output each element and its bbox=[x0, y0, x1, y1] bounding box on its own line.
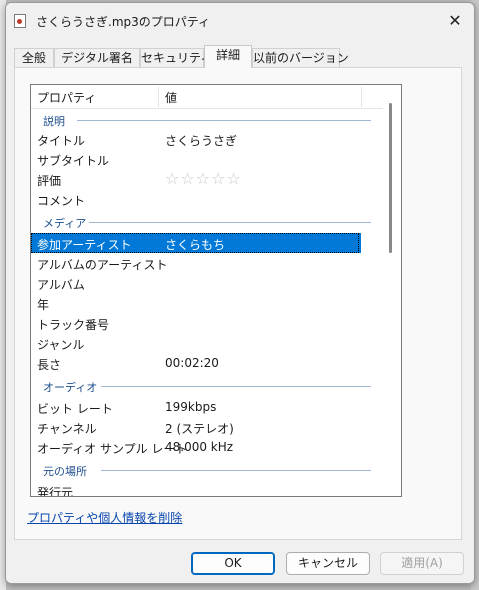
property-value: 199kbps bbox=[165, 400, 217, 414]
tab-details[interactable]: 詳細 bbox=[204, 45, 252, 68]
property-key: チャンネル bbox=[37, 422, 97, 436]
property-key: タイトル bbox=[37, 134, 86, 148]
scrollbar-thumb[interactable] bbox=[389, 103, 392, 253]
property-row-rating[interactable]: 評価 ☆☆☆☆☆ bbox=[31, 169, 383, 189]
property-key: アルバムのアーティスト bbox=[37, 258, 168, 272]
column-divider[interactable] bbox=[158, 87, 159, 107]
audio-file-icon bbox=[14, 14, 26, 28]
property-key: ジャンル bbox=[37, 338, 85, 352]
property-row-title[interactable]: タイトル さくらうさぎ bbox=[31, 129, 383, 149]
remove-properties-link[interactable]: プロパティや個人情報を削除 bbox=[27, 509, 182, 526]
cancel-button[interactable]: キャンセル bbox=[286, 552, 370, 575]
property-row-subtitle[interactable]: サブタイトル bbox=[31, 149, 383, 169]
tab-security[interactable]: セキュリティ bbox=[140, 48, 212, 67]
star-icon[interactable]: ☆ bbox=[211, 169, 226, 188]
star-icon[interactable]: ☆ bbox=[196, 169, 211, 188]
column-header: プロパティ 値 bbox=[31, 85, 383, 109]
property-key: 長さ bbox=[37, 358, 62, 372]
property-row-album[interactable]: アルバム bbox=[31, 273, 383, 293]
property-row-length[interactable]: 長さ 00:02:20 bbox=[31, 353, 383, 373]
star-icon[interactable]: ☆ bbox=[226, 169, 241, 188]
column-header-value[interactable]: 値 bbox=[165, 89, 177, 106]
property-row-sample-rate[interactable]: オーディオ サンプル レート 48.000 kHz bbox=[31, 437, 383, 457]
property-row-genre[interactable]: ジャンル bbox=[31, 333, 383, 353]
property-row-track-number[interactable]: トラック番号 bbox=[31, 313, 383, 333]
property-key: サブタイトル bbox=[37, 154, 110, 168]
property-key: ビット レート bbox=[37, 402, 113, 416]
property-row-bit-rate[interactable]: ビット レート 199kbps bbox=[31, 397, 383, 417]
group-heading-description: 説明 bbox=[31, 111, 383, 129]
tab-general[interactable]: 全般 bbox=[14, 48, 54, 67]
tab-digital-signature[interactable]: デジタル署名 bbox=[54, 48, 140, 67]
property-key: トラック番号 bbox=[37, 318, 110, 332]
column-divider[interactable] bbox=[361, 87, 362, 107]
property-row-channels[interactable]: チャンネル 2 (ステレオ) bbox=[31, 417, 383, 437]
star-icon[interactable]: ☆ bbox=[180, 169, 195, 188]
property-value: 00:02:20 bbox=[165, 356, 219, 370]
property-value[interactable]: さくらうさぎ bbox=[165, 132, 237, 149]
property-key: 発行元 bbox=[37, 486, 74, 497]
property-key: 年 bbox=[37, 298, 50, 312]
apply-button[interactable]: 適用(A) bbox=[380, 552, 464, 575]
tab-previous-versions[interactable]: 以前のバージョン bbox=[252, 48, 349, 67]
property-key: アルバム bbox=[37, 278, 85, 292]
property-row-year[interactable]: 年 bbox=[31, 293, 383, 313]
window-title: さくらうさぎ.mp3のプロパティ bbox=[36, 15, 211, 29]
property-key: 評価 bbox=[37, 174, 62, 188]
ok-button[interactable]: OK bbox=[191, 552, 275, 575]
column-header-property[interactable]: プロパティ bbox=[37, 89, 96, 106]
group-heading-audio: オーディオ bbox=[31, 377, 383, 395]
property-row-contributing-artist[interactable]: 参加アーティスト さくらもち bbox=[31, 233, 361, 253]
property-value: 48.000 kHz bbox=[165, 440, 234, 454]
property-row-album-artist[interactable]: アルバムのアーティスト bbox=[31, 253, 383, 273]
property-key: コメント bbox=[37, 194, 86, 208]
property-row-publisher[interactable]: 発行元 bbox=[31, 481, 383, 497]
group-heading-media: メディア bbox=[31, 213, 383, 231]
rating-stars[interactable]: ☆☆☆☆☆ bbox=[165, 169, 242, 188]
close-button[interactable]: ✕ bbox=[442, 9, 468, 33]
details-panel: プロパティ 値 説明 タイトル さくらうさぎ サブタイトル 評価 ☆☆☆☆☆ コ… bbox=[14, 67, 462, 540]
properties-list[interactable]: プロパティ 値 説明 タイトル さくらうさぎ サブタイトル 評価 ☆☆☆☆☆ コ… bbox=[30, 84, 402, 497]
property-value[interactable]: さくらもち bbox=[165, 236, 225, 253]
property-key: 参加アーティスト bbox=[37, 238, 132, 252]
title-bar[interactable]: さくらうさぎ.mp3のプロパティ ✕ bbox=[6, 3, 474, 39]
star-icon[interactable]: ☆ bbox=[165, 169, 180, 188]
property-value: 2 (ステレオ) bbox=[165, 422, 234, 436]
group-heading-origin: 元の場所 bbox=[31, 461, 383, 479]
property-row-comment[interactable]: コメント bbox=[31, 189, 383, 209]
vertical-scrollbar[interactable] bbox=[383, 85, 401, 496]
properties-dialog: さくらうさぎ.mp3のプロパティ ✕ 全般 デジタル署名 セキュリティ 詳細 以… bbox=[5, 2, 475, 584]
